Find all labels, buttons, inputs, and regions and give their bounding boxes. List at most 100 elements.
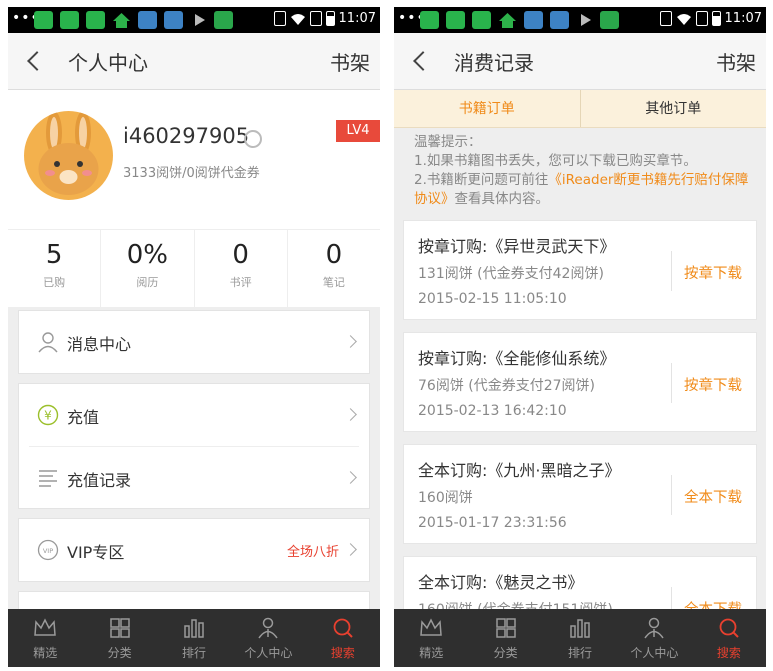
tab-search[interactable]: 搜索 bbox=[692, 609, 766, 667]
order-date: 2015-02-15 11:05:10 bbox=[418, 291, 567, 307]
tab-book-orders[interactable]: 书籍订单 bbox=[394, 90, 581, 127]
tab-ranking[interactable]: 排行 bbox=[543, 609, 617, 667]
bookshelf-button[interactable]: 书架 bbox=[716, 47, 756, 76]
download-button[interactable]: 全本下载 bbox=[684, 486, 742, 507]
back-icon[interactable] bbox=[408, 47, 436, 75]
order-title: 按章订购:《全能修仙系统》 bbox=[418, 349, 616, 368]
tab-ranking[interactable]: 排行 bbox=[157, 609, 231, 667]
tab-label: 搜索 bbox=[716, 646, 741, 660]
home-icon bbox=[498, 11, 517, 29]
svg-text:¥: ¥ bbox=[44, 409, 52, 423]
profile-screen: ••• 11:07 个人中心 书架 i460297905 3133阅饼/0阅饼代… bbox=[8, 7, 380, 667]
battery-icon bbox=[711, 11, 721, 26]
tab-category[interactable]: 分类 bbox=[468, 609, 542, 667]
crown-icon bbox=[420, 618, 443, 636]
search-icon bbox=[719, 618, 739, 638]
list-icon bbox=[37, 467, 59, 489]
play-icon bbox=[576, 11, 595, 29]
message-notification-icon bbox=[472, 11, 491, 29]
grid-icon bbox=[109, 618, 130, 638]
stat-reviews[interactable]: 0 书评 bbox=[195, 230, 288, 307]
order-date: 2015-01-17 23:31:56 bbox=[418, 515, 567, 531]
divider bbox=[671, 475, 672, 515]
tab-other-orders[interactable]: 其他订单 bbox=[581, 90, 767, 127]
notice-line-2-prefix: 2.书籍断更问题可前往 bbox=[414, 172, 549, 188]
divider bbox=[671, 251, 672, 291]
bookshelf-button[interactable]: 书架 bbox=[330, 47, 370, 76]
tab-profile[interactable]: 个人中心 bbox=[617, 609, 691, 667]
orders-screen: ••• 11:07 消费记录 书架 书籍订单 其他订单 温馨提示： 1.如果书籍… bbox=[394, 7, 766, 667]
tab-search[interactable]: 搜索 bbox=[306, 609, 380, 667]
recharge-history-row[interactable]: 充值记录 bbox=[29, 446, 359, 508]
stat-label: 已购 bbox=[43, 276, 66, 289]
chevron-right-icon bbox=[344, 408, 357, 421]
stat-label: 书评 bbox=[229, 276, 252, 289]
vip-icon: VIP bbox=[37, 539, 59, 561]
tab-profile[interactable]: 个人中心 bbox=[231, 609, 305, 667]
wifi-icon bbox=[290, 12, 306, 26]
order-price: 131阅饼 (代金券支付42阅饼) bbox=[418, 266, 604, 282]
stat-label: 阅历 bbox=[136, 276, 159, 289]
bars-icon bbox=[184, 619, 204, 638]
grid-icon bbox=[495, 618, 516, 638]
tab-label: 个人中心 bbox=[244, 646, 293, 660]
message-center-row[interactable]: 消息中心 bbox=[19, 311, 369, 373]
tab-label: 分类 bbox=[107, 646, 132, 660]
tab-featured[interactable]: 精选 bbox=[8, 609, 82, 667]
divider bbox=[671, 363, 672, 403]
notice-line-2-suffix: 查看具体内容。 bbox=[454, 191, 550, 207]
recharge-history-label: 充值记录 bbox=[67, 471, 132, 490]
medal-icon bbox=[244, 130, 262, 148]
vip-card: VIP VIP专区 全场八折 bbox=[18, 518, 370, 582]
order-price: 160阅饼 bbox=[418, 490, 473, 506]
notice-line-2: 2.书籍断更问题可前往《iReader断更书籍先行赔付保障协议》查看具体内容。 bbox=[414, 171, 754, 209]
stat-value: 0% bbox=[126, 240, 168, 270]
yen-coin-icon: ¥ bbox=[37, 404, 59, 426]
notice-title: 温馨提示： bbox=[414, 134, 482, 150]
recharge-card: ¥ 充值 充值记录 bbox=[18, 383, 370, 509]
recharge-row[interactable]: ¥ 充值 bbox=[19, 384, 369, 446]
cloud-icon bbox=[164, 11, 183, 29]
stat-value: 0 bbox=[232, 240, 249, 270]
header: 个人中心 书架 bbox=[8, 33, 380, 90]
level-badge: LV4 bbox=[336, 120, 380, 142]
tab-category[interactable]: 分类 bbox=[82, 609, 156, 667]
vip-label: VIP专区 bbox=[67, 543, 125, 562]
order-tabs: 书籍订单 其他订单 bbox=[394, 90, 766, 128]
page-title: 个人中心 bbox=[68, 51, 148, 75]
vibrate-icon bbox=[659, 11, 672, 26]
app-notification-icon bbox=[600, 11, 619, 29]
tab-label: 精选 bbox=[33, 646, 58, 660]
back-icon[interactable] bbox=[22, 47, 50, 75]
status-right: 11:07 bbox=[659, 11, 762, 26]
status-right: 11:07 bbox=[273, 11, 376, 26]
order-card: 按章订购:《异世灵武天下》 131阅饼 (代金券支付42阅饼) 2015-02-… bbox=[403, 220, 757, 320]
search-icon bbox=[333, 618, 353, 638]
vip-row[interactable]: VIP VIP专区 全场八折 bbox=[19, 519, 369, 581]
message-notification-icon bbox=[60, 11, 79, 29]
message-notification-icon bbox=[446, 11, 465, 29]
message-notification-icon bbox=[420, 11, 439, 29]
stats-bar: 5 已购 0% 阅历 0 书评 0 笔记 bbox=[8, 229, 380, 307]
page-title: 消费记录 bbox=[454, 51, 534, 75]
notice-line-1: 1.如果书籍图书丢失，您可以下载已购买章节。 bbox=[414, 153, 697, 169]
order-card: 按章订购:《全能修仙系统》 76阅饼 (代金券支付27阅饼) 2015-02-1… bbox=[403, 332, 757, 432]
download-button[interactable]: 按章下载 bbox=[684, 262, 742, 283]
order-title: 全本订购:《魅灵之书》 bbox=[418, 573, 584, 592]
home-icon bbox=[112, 11, 131, 29]
coin-balance: 3133阅饼/0阅饼代金券 bbox=[123, 166, 260, 181]
tab-label: 搜索 bbox=[330, 646, 355, 660]
stat-purchased[interactable]: 5 已购 bbox=[8, 230, 102, 307]
download-button[interactable]: 按章下载 bbox=[684, 374, 742, 395]
bottom-tabbar: 精选 分类 排行 个人中心 搜索 bbox=[8, 609, 380, 667]
avatar[interactable] bbox=[24, 111, 113, 200]
stat-reading[interactable]: 0% 阅历 bbox=[101, 230, 195, 307]
user-icon bbox=[258, 617, 279, 639]
bars-icon bbox=[570, 619, 590, 638]
stat-notes[interactable]: 0 笔记 bbox=[288, 230, 380, 307]
tab-featured[interactable]: 精选 bbox=[394, 609, 468, 667]
stat-value: 0 bbox=[325, 240, 343, 270]
sim-icon bbox=[695, 11, 708, 26]
weather-icon bbox=[138, 11, 157, 29]
cloud-icon bbox=[550, 11, 569, 29]
